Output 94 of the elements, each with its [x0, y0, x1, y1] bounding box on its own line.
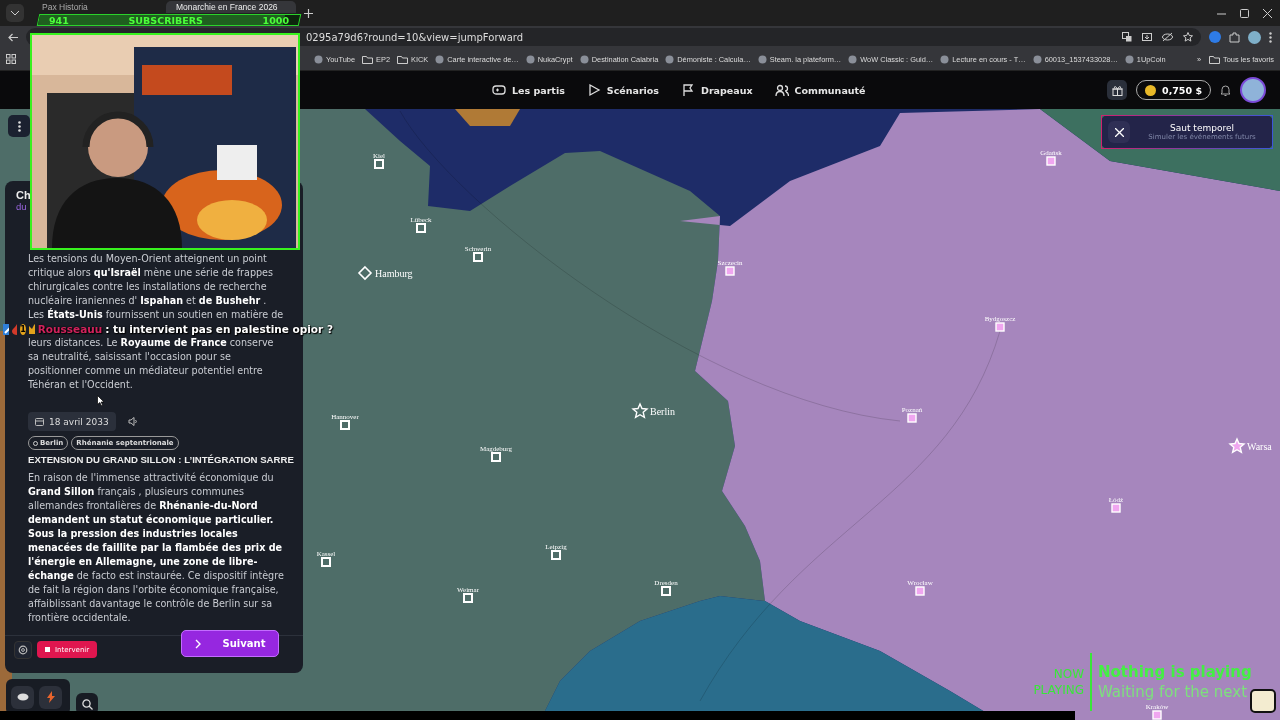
square-icon[interactable] — [416, 223, 426, 233]
event-text: En raison de l'immense attractivité économique du Grand Sillon français , plusieurs communes allemandes frontalières de Rhénanie-du-Nord demandent un statut économique particulier. Sous la pression des industries locales menacées de faillite par la flambée des prix de l'énergie en Allemagne, une zone de libre-échange de facto est instaurée. Ce dispositif intègre de fait la région dans l'orbite économique française, affaiblissant davantage le contrôle de Berlin sur sa frontière occidentale. — [28, 471, 284, 625]
panel-title: Ch — [16, 189, 31, 201]
goal-count: 941 — [49, 14, 69, 26]
kebab-icon — [17, 120, 21, 132]
square-icon[interactable] — [491, 452, 501, 462]
back-icon[interactable] — [8, 32, 18, 42]
close-button[interactable] — [1108, 121, 1130, 143]
calendar-icon — [35, 417, 44, 426]
folder-icon — [1209, 54, 1221, 64]
chat-button[interactable] — [11, 685, 34, 709]
event-title: EXTENSION DU GRAND SILLON : L’INTÉGRATION SARRE — [28, 453, 294, 466]
speech-bubble-icon — [16, 692, 29, 702]
coin-icon — [1145, 84, 1157, 96]
city-label: Hamburg — [375, 268, 413, 279]
plus-icon — [304, 9, 313, 18]
bolt-button[interactable] — [39, 685, 62, 709]
tab-list-button[interactable] — [6, 4, 24, 22]
square-icon[interactable] — [551, 550, 561, 560]
album-art-icon — [1250, 689, 1276, 713]
speaker-icon[interactable] — [127, 417, 138, 426]
nav-link[interactable]: Les partis — [492, 83, 565, 97]
event-text: Les tensions du Moyen-Orient atteignent un point critique alors qu'Israël mène une série de frappes chirurgicales contre les installations de recherche nucléaire iraniennes d' Ispahan et de Bushehr . Les États-Unis fournissent un soutien en matière de — [28, 252, 284, 322]
now-playing-label: NOW PLAYING — [1032, 666, 1084, 698]
square-icon[interactable] — [473, 252, 483, 262]
chat-username: Rousseauu — [37, 323, 103, 335]
favicon-icon — [314, 54, 323, 64]
square-icon[interactable] — [340, 420, 350, 430]
maximize-icon[interactable] — [1240, 8, 1249, 18]
next-button[interactable]: Suivant — [181, 630, 279, 657]
flag-icon — [681, 83, 696, 97]
city-label: Warsa — [1247, 441, 1272, 452]
gift-icon — [1111, 84, 1123, 96]
favicon-icon — [757, 54, 767, 64]
puzzle-icon[interactable] — [1229, 31, 1240, 43]
menu-button[interactable] — [8, 115, 30, 137]
menu-icon[interactable] — [1269, 31, 1272, 43]
close-icon[interactable] — [1263, 8, 1272, 18]
panel-subtitle: du — [16, 201, 27, 212]
chat-message: : tu intervient pas en palestine opior ? — [105, 323, 333, 335]
nav-link[interactable]: Communauté — [774, 83, 866, 97]
favicon-icon — [525, 54, 535, 64]
chevron-icon — [194, 638, 201, 649]
nav-link[interactable]: Scénarios — [586, 83, 660, 97]
bell-icon — [1220, 84, 1231, 96]
favicon-icon — [435, 54, 445, 64]
translate-icon[interactable] — [1122, 32, 1132, 42]
track-title: Nothing is playing — [1098, 663, 1252, 681]
avatar[interactable] — [1240, 77, 1266, 103]
square-icon[interactable] — [374, 159, 384, 169]
flame-icon — [11, 323, 18, 335]
gift-button[interactable] — [1107, 80, 1128, 100]
close-icon — [1114, 127, 1124, 137]
install-icon[interactable] — [1142, 32, 1152, 42]
folder-icon — [397, 54, 409, 64]
extension-icon[interactable] — [1209, 31, 1221, 43]
bell-button[interactable] — [1220, 84, 1231, 96]
favicon-icon — [940, 54, 950, 64]
crown-icon — [28, 324, 35, 334]
diamond-icon[interactable] — [357, 265, 373, 281]
favicon-icon — [1032, 54, 1042, 64]
date-chip: 18 avril 2033 — [28, 412, 116, 431]
pin-icon — [33, 440, 38, 446]
nav-link[interactable]: Drapeaux — [681, 83, 753, 97]
favicon-icon — [579, 54, 589, 64]
browser-tab[interactable]: Monarchie en France 2026 — [166, 1, 296, 13]
gamepad-icon — [492, 83, 506, 97]
eye-off-icon[interactable] — [1162, 32, 1173, 42]
square-icon[interactable] — [321, 557, 331, 567]
caret-icon — [11, 10, 19, 16]
goal-label: SUBSCRIBERS — [128, 14, 203, 26]
track-subtitle: Waiting for the next — [1098, 683, 1249, 701]
search-icon — [81, 698, 93, 710]
users-icon — [774, 83, 789, 97]
apps-grid-icon[interactable] — [6, 54, 16, 64]
settings-icon — [18, 644, 28, 655]
square-icon[interactable] — [661, 586, 671, 596]
notification-title: Saut temporel — [1170, 123, 1234, 133]
favicon-icon — [1124, 54, 1134, 64]
square-icon[interactable] — [463, 593, 473, 603]
bolt-icon — [46, 691, 55, 703]
settings-button[interactable] — [14, 640, 32, 659]
folder-icon — [362, 54, 374, 64]
event-text: leurs distances. Le Royaume de France conserve sa neutralité, saisissant l'occasion pour se positionner comme un médiateur potentiel entre Téhéran et l'Occident. — [28, 336, 275, 392]
favicon-icon — [665, 54, 675, 64]
badge: 1 — [20, 323, 26, 335]
star-icon[interactable] — [1183, 32, 1193, 42]
city-label: Berlin — [650, 406, 675, 417]
cursor-icon — [97, 395, 104, 406]
play-icon — [586, 83, 601, 97]
browser-tab[interactable]: Pax Historia — [32, 1, 162, 13]
avatar-icon[interactable] — [1248, 30, 1261, 44]
favicon-icon — [848, 54, 858, 64]
goal-target: 1000 — [262, 14, 289, 26]
